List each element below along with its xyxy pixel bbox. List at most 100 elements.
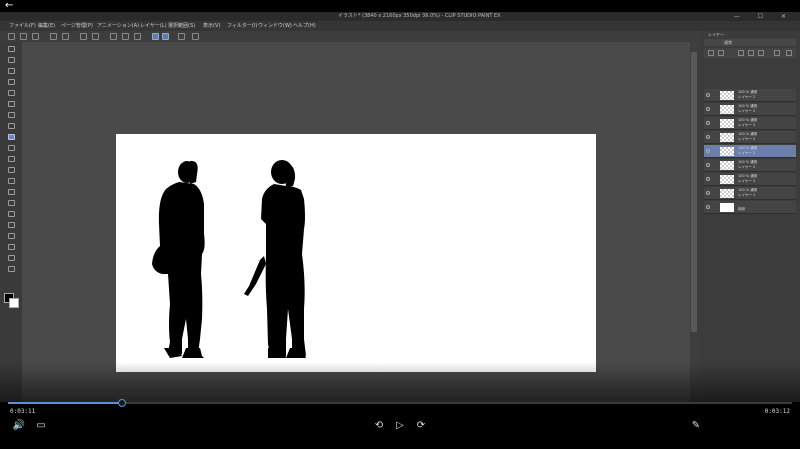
menu-window[interactable]: ウィンドウ(W) xyxy=(258,21,292,31)
frame-tool-icon[interactable] xyxy=(8,222,15,228)
layer-row[interactable]: 100 % 通常 レイヤー 2 xyxy=(704,117,796,130)
canvas-paper[interactable] xyxy=(116,134,596,372)
play-icon[interactable]: ▷ xyxy=(393,420,407,432)
gradient-tool-icon[interactable] xyxy=(8,200,15,206)
visibility-eye-icon[interactable] xyxy=(706,149,710,153)
ruler-icon[interactable] xyxy=(192,33,199,40)
layer-panel: レイヤー 通常 100 % 通常 レイヤー 2 100 % 通常 レイヤー 2 xyxy=(698,31,800,402)
layer-row[interactable]: 100 % 通常 レイヤー 2 xyxy=(704,89,796,102)
save-icon[interactable] xyxy=(32,33,39,40)
blend-tool-icon[interactable] xyxy=(8,178,15,184)
progress-bar[interactable] xyxy=(8,399,792,407)
subtitles-icon[interactable]: ▭ xyxy=(34,420,48,432)
transform-icon[interactable] xyxy=(110,33,117,40)
panel-menu-icon[interactable] xyxy=(786,50,792,56)
new-icon[interactable] xyxy=(8,33,15,40)
clear-icon[interactable] xyxy=(80,33,87,40)
command-bar xyxy=(0,31,700,42)
visibility-eye-icon[interactable] xyxy=(706,93,710,97)
canvas-area[interactable] xyxy=(22,42,690,402)
visibility-eye-icon[interactable] xyxy=(706,177,710,181)
layer-thumbnail xyxy=(720,119,734,128)
figure-tool-icon[interactable] xyxy=(8,211,15,217)
new-folder-icon[interactable] xyxy=(748,50,754,56)
current-time: 0:03:11 xyxy=(10,408,36,415)
redo-icon[interactable] xyxy=(62,33,69,40)
layer-thumbnail xyxy=(720,105,734,114)
fill-icon[interactable] xyxy=(92,33,99,40)
layer-row-selected[interactable]: 100 % 通常 レイヤー 2 xyxy=(704,145,796,158)
layer-thumbnail xyxy=(720,203,734,212)
blend-mode-select[interactable]: 通常 xyxy=(704,39,796,46)
snap-ruler-icon[interactable] xyxy=(152,33,159,40)
menu-help[interactable]: ヘルプ(H) xyxy=(293,21,316,31)
lasso-tool-icon[interactable] xyxy=(8,90,15,96)
pen-tool-icon[interactable] xyxy=(8,112,15,118)
sub-color-swatch[interactable] xyxy=(9,298,19,308)
delete-layer-icon[interactable] xyxy=(774,50,780,56)
visibility-eye-icon[interactable] xyxy=(706,121,710,125)
zoom-tool-icon[interactable] xyxy=(8,46,15,52)
new-layer-icon[interactable] xyxy=(738,50,744,56)
layer-name: レイヤー 2 xyxy=(738,179,756,183)
pen-icon[interactable]: ✎ xyxy=(689,420,703,432)
brush-tool-icon[interactable] xyxy=(8,134,15,140)
total-time: 0:03:12 xyxy=(764,408,790,415)
ruler-tool-icon[interactable] xyxy=(8,233,15,239)
lock-icon[interactable] xyxy=(708,50,714,56)
window-title: イラスト* (3840 x 2160px 350dpi 36.0%) - CLI… xyxy=(338,13,501,19)
deselect-icon[interactable] xyxy=(122,33,129,40)
progress-knob[interactable] xyxy=(117,399,126,407)
mask-icon[interactable] xyxy=(758,50,764,56)
snap-special-icon[interactable] xyxy=(162,33,169,40)
menu-view[interactable]: 表示(V) xyxy=(203,21,220,31)
balloon-tool-icon[interactable] xyxy=(8,255,15,261)
eraser-tool-icon[interactable] xyxy=(8,167,15,173)
clip-icon[interactable] xyxy=(718,50,724,56)
layer-name: レイヤー 2 xyxy=(738,151,756,155)
visibility-eye-icon[interactable] xyxy=(706,205,710,209)
pencil-tool-icon[interactable] xyxy=(8,123,15,129)
fill-tool-icon[interactable] xyxy=(8,189,15,195)
menu-file[interactable]: ファイル(F) xyxy=(9,21,36,31)
visibility-eye-icon[interactable] xyxy=(706,107,710,111)
selection-tool-icon[interactable] xyxy=(8,79,15,85)
layer-row[interactable]: 100 % 通常 レイヤー 2 xyxy=(704,173,796,186)
window-controls[interactable]: — ☐ ✕ xyxy=(734,12,794,21)
layer-controls xyxy=(704,48,796,58)
volume-icon[interactable]: 🔊 xyxy=(12,420,26,432)
menu-page[interactable]: ページ管理(P) xyxy=(61,21,93,31)
silhouette-drawing xyxy=(152,160,306,358)
undo-icon[interactable] xyxy=(50,33,57,40)
eyedropper-tool-icon[interactable] xyxy=(8,101,15,107)
correct-line-tool-icon[interactable] xyxy=(8,266,15,272)
layer-thumbnail xyxy=(720,161,734,170)
airbrush-tool-icon[interactable] xyxy=(8,145,15,151)
layer-row[interactable]: 100 % 通常 レイヤー 2 xyxy=(704,103,796,116)
invert-icon[interactable] xyxy=(134,33,141,40)
rewind-icon[interactable]: ⟲ xyxy=(372,420,386,432)
menu-filter[interactable]: フィルター(I) xyxy=(227,21,257,31)
text-tool-icon[interactable] xyxy=(8,244,15,250)
back-arrow-icon[interactable]: ← xyxy=(5,0,13,12)
scrollbar-thumb[interactable] xyxy=(691,52,697,332)
menu-animation[interactable]: アニメーション(A) xyxy=(97,21,139,31)
forward-icon[interactable]: ⟳ xyxy=(414,420,428,432)
snap-grid-icon[interactable] xyxy=(178,33,185,40)
layer-row[interactable]: 100 % 通常 レイヤー 2 xyxy=(704,131,796,144)
open-icon[interactable] xyxy=(20,33,27,40)
decoration-tool-icon[interactable] xyxy=(8,156,15,162)
hand-tool-icon[interactable] xyxy=(8,57,15,63)
layer-row[interactable]: 100 % 通常 レイヤー 2 xyxy=(704,159,796,172)
layer-row[interactable]: 100 % 通常 レイヤー 1 xyxy=(704,187,796,200)
visibility-eye-icon[interactable] xyxy=(706,163,710,167)
menu-layer[interactable]: レイヤー(L) xyxy=(140,21,167,31)
visibility-eye-icon[interactable] xyxy=(706,135,710,139)
canvas-vertical-scrollbar[interactable] xyxy=(690,42,698,402)
menu-selection[interactable]: 選択範囲(S) xyxy=(168,21,195,31)
visibility-eye-icon[interactable] xyxy=(706,191,710,195)
move-tool-icon[interactable] xyxy=(8,68,15,74)
layer-name: レイヤー 2 xyxy=(738,165,756,169)
menu-edit[interactable]: 編集(E) xyxy=(38,21,55,31)
layer-row-paper[interactable]: 用紙 xyxy=(704,201,796,214)
